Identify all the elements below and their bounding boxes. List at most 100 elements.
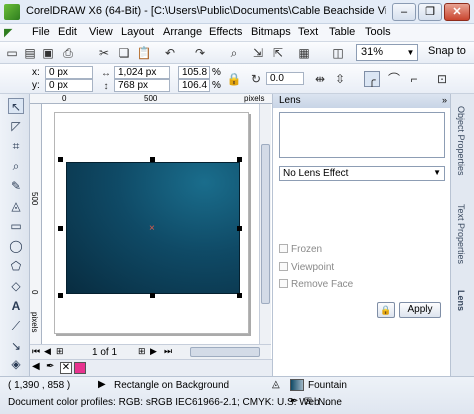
restore-button[interactable]: ❐ [418,3,442,21]
import-icon[interactable]: ⇲ [250,45,266,61]
mirror-vertical-icon[interactable]: ⇳ [332,71,348,87]
pick-tool-icon[interactable]: ↖ [8,98,24,114]
selection-handle[interactable] [150,293,155,298]
search-content-icon[interactable]: ⌕ [226,45,242,61]
minimize-button[interactable]: – [392,3,416,21]
vertical-scroll-thumb[interactable] [261,144,270,304]
docker-tabs: Object Properties Text Properties Lens [450,94,474,376]
eyedropper-icon[interactable]: ✒ [46,361,54,372]
viewpoint-checkbox[interactable]: Viewpoint [279,262,334,273]
round-corner-icon[interactable]: ╭ [364,71,380,87]
zoom-level-select[interactable]: 31% ▼ [356,44,418,61]
parallel-dimension-icon[interactable]: ⟋ [8,318,24,334]
menu-tools[interactable]: Tools [365,26,391,38]
print-icon[interactable]: ⎙ [60,45,76,61]
polygon-tool-icon[interactable]: ⬠ [8,258,24,274]
menu-bitmaps[interactable]: Bitmaps [251,26,291,38]
first-page-icon[interactable]: ⏮ [32,346,40,357]
y-position-field[interactable]: 0 px [45,79,93,92]
basic-shapes-icon[interactable]: ◇ [8,278,24,294]
menu-edit[interactable]: Edit [58,26,77,38]
application-launcher-icon[interactable]: ▦ [296,45,312,61]
selection-handle[interactable] [58,226,63,231]
scale-width-field[interactable]: 105.8 [178,66,210,79]
mirror-horizontal-icon[interactable]: ⇹ [312,71,328,87]
no-color-swatch[interactable]: ✕ [60,362,72,374]
vertical-scrollbar[interactable] [259,104,271,344]
menu-arrange[interactable]: Arrange [163,26,202,38]
text-tool-icon[interactable]: A [8,298,24,314]
selection-handle[interactable] [237,226,242,231]
height-field[interactable]: 768 px [114,79,170,92]
frozen-checkbox[interactable]: Frozen [279,244,322,255]
add-page-after-icon[interactable]: ⊞ [138,346,146,357]
smart-fill-icon[interactable]: ◬ [8,198,24,214]
h-ruler-tick-500: 500 [144,94,158,103]
zoom-tool-icon[interactable]: ⌕ [8,158,24,174]
tab-object-properties[interactable]: Object Properties [456,106,466,176]
cut-icon[interactable]: ✂ [96,45,112,61]
interactive-fill-icon[interactable]: ◈ [8,356,24,372]
crop-tool-icon[interactable]: ⌗ [8,138,24,154]
selection-handle[interactable] [58,157,63,162]
lock-ratio-icon[interactable]: 🔒 [226,71,242,87]
next-page-icon[interactable]: ▶ [150,346,157,357]
freehand-tool-icon[interactable]: ✎ [8,178,24,194]
menu-bar: ◤ File Edit View Layout Arrange Effects … [0,24,474,42]
open-folder-icon[interactable]: ▤ [22,45,38,61]
palette-scroll-left-icon[interactable]: ◀ [32,361,40,372]
redo-icon[interactable]: ↷ [192,45,208,61]
connector-tool-icon[interactable]: ↘ [8,338,24,354]
shape-tool-icon[interactable]: ◸ [8,118,24,134]
horizontal-scroll-thumb[interactable] [190,347,260,357]
undo-icon[interactable]: ↶ [162,45,178,61]
apply-button[interactable]: Apply [399,302,441,318]
menu-file[interactable]: File [32,26,50,38]
color-profiles[interactable]: Document color profiles: RGB: sRGB IEC61… [8,397,331,408]
previous-page-icon[interactable]: ◀ [44,346,51,357]
lock-icon[interactable]: 🔒 [377,302,395,318]
width-field[interactable]: 1,024 px [114,66,170,79]
close-button[interactable]: ✕ [444,3,470,21]
menu-effects[interactable]: Effects [209,26,242,38]
rotation-field[interactable]: 0.0 [266,72,304,85]
welcome-screen-icon[interactable]: ◫ [330,45,346,61]
chamfered-corner-icon[interactable]: ⌐ [406,71,422,87]
scalloped-corner-icon[interactable]: ⌒ [386,71,402,87]
copy-icon[interactable]: ❏ [116,45,132,61]
docker-collapse-icon[interactable]: » [442,95,447,105]
rotation-icon: ↻ [250,72,262,86]
pink-color-swatch[interactable] [74,362,86,374]
tab-lens[interactable]: Lens [456,290,466,311]
selection-handle[interactable] [237,293,242,298]
add-page-icon[interactable]: ⊞ [56,346,64,357]
new-document-icon[interactable]: ▭ [4,45,20,61]
height-icon: ↕ [103,81,109,92]
outline-type: None [318,397,342,408]
rectangle-tool-icon[interactable]: ▭ [8,218,24,234]
last-page-icon[interactable]: ⏭ [164,346,172,357]
selection-handle[interactable] [237,157,242,162]
menu-app-icon[interactable]: ◤ [4,26,12,39]
menu-view[interactable]: View [89,26,113,38]
scale-height-field[interactable]: 106.4 [178,79,210,92]
menu-table[interactable]: Table [329,26,355,38]
remove-face-checkbox[interactable]: Remove Face [279,279,353,290]
lens-effect-select[interactable]: No Lens Effect ▼ [279,166,445,181]
selected-rectangle[interactable]: × [66,162,240,294]
export-icon[interactable]: ⇱ [270,45,286,61]
ellipse-tool-icon[interactable]: ◯ [8,238,24,254]
checkbox-box [279,279,288,288]
scale-height-unit: % [212,80,221,91]
paste-icon[interactable]: 📋 [136,45,152,61]
corner-radius-icon[interactable]: ⊡ [434,71,450,87]
tab-text-properties[interactable]: Text Properties [456,204,466,264]
selection-handle[interactable] [58,293,63,298]
save-icon[interactable]: ▣ [40,45,56,61]
menu-text[interactable]: Text [298,26,318,38]
selection-handle[interactable] [150,157,155,162]
x-position-field[interactable]: 0 px [45,66,93,79]
menu-layout[interactable]: Layout [121,26,154,38]
snap-to-button[interactable]: Snap to [428,45,466,57]
remove-face-label: Remove Face [291,279,354,290]
